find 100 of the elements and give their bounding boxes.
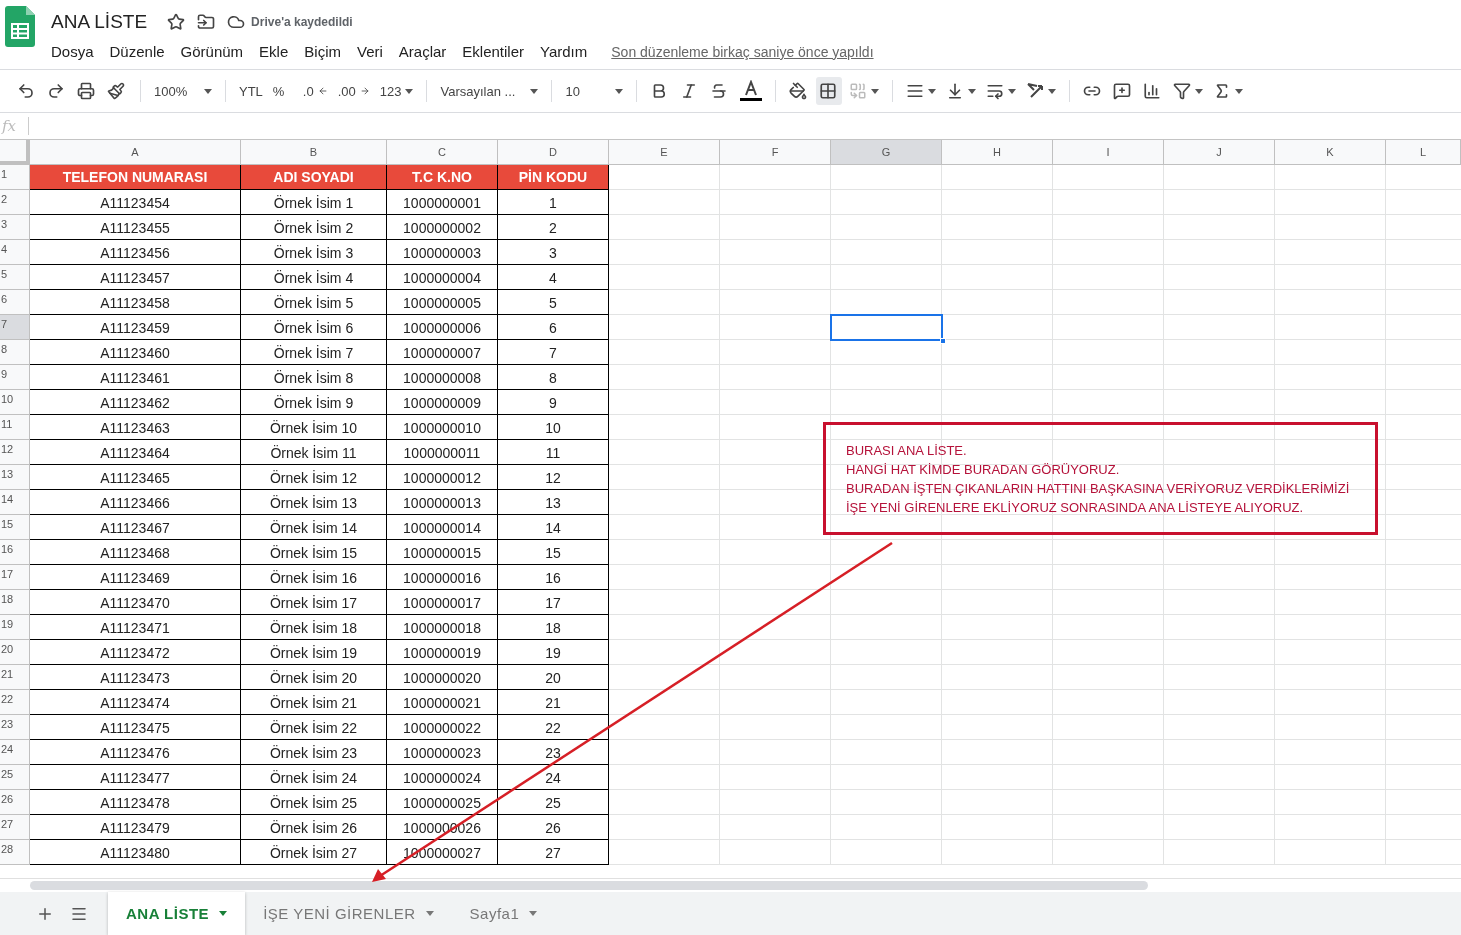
row-number[interactable]: 26 xyxy=(0,790,30,815)
currency-button[interactable]: YTL xyxy=(236,77,266,105)
increase-decimal-button[interactable]: .00 xyxy=(334,77,373,105)
row-number[interactable]: 22 xyxy=(0,690,30,715)
caret-icon xyxy=(1235,88,1244,94)
menu-item[interactable]: Biçim xyxy=(304,43,341,60)
table-cell: A11123470 xyxy=(30,590,241,615)
row-number[interactable]: 9 xyxy=(0,365,30,390)
borders-button[interactable] xyxy=(816,77,843,105)
column-header[interactable]: B xyxy=(241,140,387,165)
table-cell: A11123462 xyxy=(30,390,241,415)
undo-icon xyxy=(17,82,35,100)
row-number[interactable]: 13 xyxy=(0,465,30,490)
caret-icon xyxy=(530,88,539,94)
table-cell: Örnek İsim 20 xyxy=(241,665,387,690)
table-cell: 1000000006 xyxy=(387,315,498,340)
row-number[interactable]: 4 xyxy=(0,240,30,265)
row-number[interactable]: 16 xyxy=(0,540,30,565)
row-number[interactable]: 6 xyxy=(0,290,30,315)
row-number[interactable]: 10 xyxy=(0,390,30,415)
row-number[interactable]: 11 xyxy=(0,415,30,440)
column-header[interactable]: F xyxy=(720,140,831,165)
cloud-icon xyxy=(227,13,246,31)
table-cell: A11123465 xyxy=(30,465,241,490)
sheet-tab[interactable]: İŞE YENİ GİRENLER xyxy=(245,892,452,935)
font-dropdown[interactable]: Varsayılan ... xyxy=(437,77,542,105)
decrease-decimal-button[interactable]: .0 xyxy=(299,77,331,105)
table-cell: 1000000016 xyxy=(387,565,498,590)
row-number[interactable]: 14 xyxy=(0,490,30,515)
table-cell: Örnek İsim 7 xyxy=(241,340,387,365)
row-number[interactable]: 19 xyxy=(0,615,30,640)
row-number[interactable]: 17 xyxy=(0,565,30,590)
font-size-dropdown[interactable]: 10 xyxy=(562,77,627,105)
menu-item[interactable]: Araçlar xyxy=(398,43,447,60)
arrow-right-icon xyxy=(359,86,370,96)
row-number[interactable]: 2 xyxy=(0,190,30,215)
row-number[interactable]: 8 xyxy=(0,340,30,365)
column-header[interactable]: C xyxy=(387,140,498,165)
menu-item[interactable]: Dosya xyxy=(51,43,94,60)
percent-button[interactable]: % xyxy=(269,77,296,105)
table-cell: A11123466 xyxy=(30,490,241,515)
row-number[interactable]: 23 xyxy=(0,715,30,740)
column-header[interactable]: E xyxy=(609,140,720,165)
table-cell: A11123474 xyxy=(30,690,241,715)
menu-item[interactable]: Veri xyxy=(356,43,383,60)
table-cell: 1000000023 xyxy=(387,740,498,765)
column-header[interactable]: J xyxy=(1164,140,1275,165)
menu-item[interactable]: Düzenle xyxy=(109,43,165,60)
menu-item[interactable]: Görünüm xyxy=(180,43,244,60)
row-number[interactable]: 28 xyxy=(0,840,30,865)
number-format-dropdown[interactable]: 123 xyxy=(376,77,417,105)
row-number[interactable]: 20 xyxy=(0,640,30,665)
table-cell: 1000000012 xyxy=(387,465,498,490)
spreadsheet-logo[interactable] xyxy=(5,6,35,47)
table-cell: Örnek İsim 18 xyxy=(241,615,387,640)
column-header[interactable]: K xyxy=(1275,140,1386,165)
row-number[interactable]: 27 xyxy=(0,815,30,840)
row-number[interactable]: 12 xyxy=(0,440,30,465)
table-cell: 12 xyxy=(498,465,609,490)
column-header[interactable]: G xyxy=(831,140,942,165)
sheet-tab[interactable]: ANA LİSTE xyxy=(108,892,246,935)
column-header[interactable]: A xyxy=(30,140,241,165)
last-edit-link[interactable]: Son düzenleme birkaç saniye önce yapıldı xyxy=(611,43,874,60)
table-cell: Örnek İsim 10 xyxy=(241,415,387,440)
table-cell: Örnek İsim 2 xyxy=(241,215,387,240)
comment-icon xyxy=(1113,82,1132,100)
column-header[interactable]: D xyxy=(498,140,609,165)
header-cell: ADI SOYADI xyxy=(241,165,387,190)
table-cell: A11123473 xyxy=(30,665,241,690)
note-line: HANGİ HAT KİMDE BURADAN GÖRÜYORUZ. xyxy=(846,461,1121,478)
table-cell: A11123461 xyxy=(30,365,241,390)
menu-item[interactable]: Yardım xyxy=(540,43,588,60)
column-header[interactable]: L xyxy=(1386,140,1461,165)
row-number[interactable]: 5 xyxy=(0,265,30,290)
menu-item[interactable]: Eklentiler xyxy=(462,43,525,60)
scrollbar-thumb[interactable] xyxy=(30,881,1148,890)
grid-icon xyxy=(819,82,838,100)
rotate-text-icon xyxy=(1026,82,1045,100)
table-cell: Örnek İsim 11 xyxy=(241,440,387,465)
table-cell: A11123459 xyxy=(30,315,241,340)
row-number[interactable]: 7 xyxy=(0,315,30,340)
row-number[interactable]: 3 xyxy=(0,215,30,240)
row-number[interactable]: 18 xyxy=(0,590,30,615)
sheet-tab[interactable]: Sayfa1 xyxy=(451,892,556,935)
menu-item[interactable]: Ekle xyxy=(259,43,289,60)
zoom-dropdown[interactable]: 100% xyxy=(151,77,215,105)
row-number[interactable]: 21 xyxy=(0,665,30,690)
document-title[interactable]: ANA LİSTE xyxy=(51,11,148,33)
row-number[interactable]: 24 xyxy=(0,740,30,765)
formula-label: fx xyxy=(0,117,29,135)
row-number[interactable]: 25 xyxy=(0,765,30,790)
table-cell: A11123457 xyxy=(30,265,241,290)
arrow-left-icon xyxy=(317,86,328,96)
column-header[interactable]: H xyxy=(942,140,1053,165)
row-number[interactable]: 15 xyxy=(0,515,30,540)
table-cell: 5 xyxy=(498,290,609,315)
table-cell: A11123455 xyxy=(30,215,241,240)
save-status: Drive'a kaydedildi xyxy=(251,15,353,29)
column-header[interactable]: I xyxy=(1053,140,1164,165)
row-number[interactable]: 1 xyxy=(0,165,30,190)
